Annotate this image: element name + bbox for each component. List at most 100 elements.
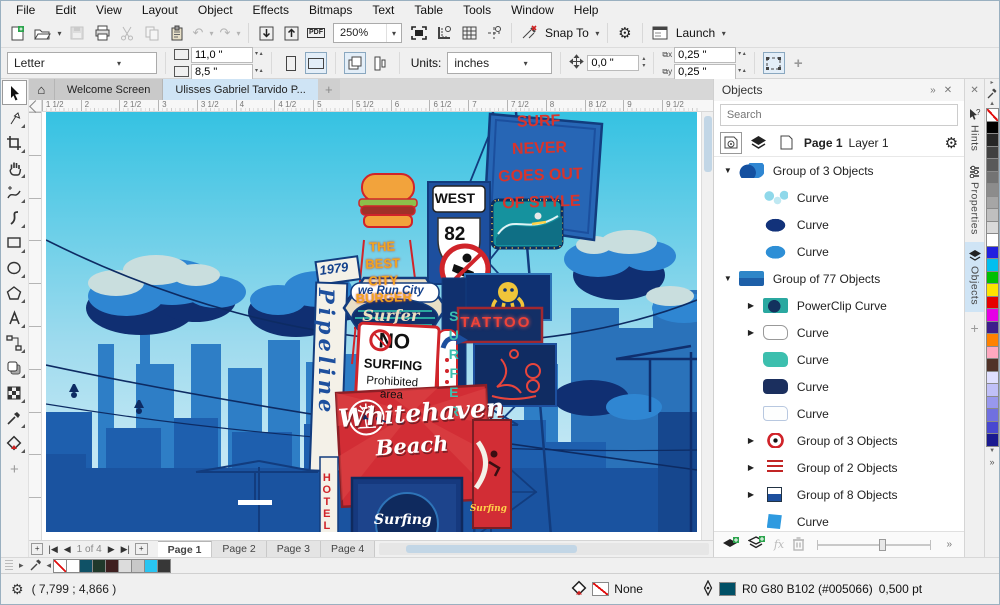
sign-tattoo[interactable]: TATTOO bbox=[454, 314, 538, 331]
objects-tree-row[interactable]: ▼ Group of 3 Objects bbox=[714, 157, 964, 184]
object-label[interactable]: Curve bbox=[797, 191, 829, 205]
color-swatch[interactable] bbox=[986, 396, 999, 410]
objects-tree-row[interactable]: ▶ Curve bbox=[714, 319, 964, 346]
object-label[interactable]: Group of 8 Objects bbox=[797, 488, 898, 502]
page-size-caret[interactable]: ▾ bbox=[82, 59, 156, 68]
tab-properties[interactable]: Properties bbox=[965, 158, 985, 242]
objects-tree-row[interactable]: Curve bbox=[714, 184, 964, 211]
rectangle-tool[interactable] bbox=[2, 230, 27, 255]
current-page-label[interactable]: Page 1 bbox=[804, 136, 843, 150]
tree-expander-icon[interactable]: ▼ bbox=[724, 274, 739, 283]
color-swatch[interactable] bbox=[986, 171, 999, 185]
page-height-spinner[interactable]: ▾ ▴ bbox=[255, 68, 263, 75]
objects-tree-row[interactable]: ▶ Group of 8 Objects bbox=[714, 481, 964, 508]
page-tab[interactable]: Page 4 bbox=[321, 541, 375, 558]
next-page-button[interactable]: ▶ bbox=[105, 544, 118, 555]
menu-item[interactable]: View bbox=[87, 2, 131, 18]
opacity-slider[interactable] bbox=[817, 544, 930, 546]
duplicate-y-input[interactable] bbox=[674, 64, 736, 80]
menu-item[interactable]: Help bbox=[565, 2, 608, 18]
object-label[interactable]: PowerClip Curve bbox=[797, 299, 887, 313]
zoom-level-combo[interactable]: 250% ▾ bbox=[333, 23, 402, 43]
page-size-select[interactable]: Letter ▾ bbox=[7, 52, 157, 74]
objects-tree-row[interactable]: Curve bbox=[714, 346, 964, 373]
menu-item[interactable]: Bitmaps bbox=[300, 2, 361, 18]
tab-hints[interactable]: ? Hints bbox=[965, 101, 985, 158]
horizontal-ruler[interactable]: 1 1/222 1/233 1/244 1/255 1/266 1/277 1/… bbox=[42, 100, 701, 111]
color-swatch[interactable] bbox=[986, 421, 999, 435]
objects-search[interactable] bbox=[720, 104, 958, 126]
snap-to-caret[interactable]: ▾ bbox=[593, 29, 602, 38]
color-swatch[interactable] bbox=[986, 133, 999, 147]
shape-tool[interactable] bbox=[2, 105, 27, 130]
nudge-spinner[interactable]: ▴▾ bbox=[642, 56, 645, 70]
objects-settings-gear-icon[interactable]: ⚙ bbox=[945, 134, 958, 152]
import-icon[interactable] bbox=[254, 21, 278, 45]
launch-label[interactable]: Launch bbox=[673, 26, 718, 40]
color-swatch[interactable] bbox=[986, 283, 999, 297]
tab-objects[interactable]: Objects bbox=[965, 242, 985, 312]
menu-item[interactable]: Effects bbox=[244, 2, 298, 18]
canvas-horizontal-scrollbar[interactable] bbox=[379, 543, 709, 555]
connector-tool[interactable] bbox=[2, 330, 27, 355]
color-swatch[interactable] bbox=[986, 121, 999, 135]
polygon-tool[interactable] bbox=[2, 280, 27, 305]
object-label[interactable]: Curve bbox=[797, 326, 829, 340]
current-layer-label[interactable]: Layer 1 bbox=[849, 136, 889, 150]
objects-tree-row[interactable]: ▶ Group of 2 Objects bbox=[714, 454, 964, 481]
object-label[interactable]: Curve bbox=[797, 407, 829, 421]
sign-billboard-top[interactable]: SURF NEVER GOES OUT OF STYLE bbox=[484, 112, 596, 218]
tab-welcome-screen[interactable]: Welcome Screen bbox=[55, 79, 164, 100]
color-swatch[interactable] bbox=[92, 559, 106, 573]
objects-tree-row[interactable]: Curve bbox=[714, 373, 964, 400]
publish-pdf-icon[interactable]: PDF bbox=[304, 21, 328, 45]
object-label[interactable]: Group of 3 Objects bbox=[797, 434, 898, 448]
object-label[interactable]: Group of 2 Objects bbox=[797, 461, 898, 475]
canvas[interactable]: SURF NEVER GOES OUT OF STYLE THE BEST CI… bbox=[42, 112, 701, 540]
page-tab[interactable]: Page 3 bbox=[267, 541, 321, 558]
tree-expander-icon[interactable]: ▶ bbox=[748, 328, 763, 337]
menu-item[interactable]: Edit bbox=[46, 2, 85, 18]
docker-strip-close-icon[interactable]: ✕ bbox=[970, 79, 978, 101]
curve-tool[interactable] bbox=[2, 205, 27, 230]
color-swatch[interactable] bbox=[986, 333, 999, 347]
sign-surfing-circle[interactable]: Surfing bbox=[373, 512, 433, 528]
color-swatch[interactable] bbox=[66, 559, 80, 573]
portrait-button[interactable] bbox=[280, 52, 302, 74]
transparency-tool[interactable] bbox=[2, 380, 27, 405]
duplicate-y-spinner[interactable]: ▾ ▴ bbox=[738, 68, 746, 75]
layers-icon[interactable] bbox=[748, 132, 770, 154]
eyedropper-tool[interactable] bbox=[2, 405, 27, 430]
options-gear-icon[interactable]: ⚙ bbox=[613, 21, 637, 45]
palette-flyout-icon[interactable]: ▸ bbox=[991, 79, 994, 88]
tree-expander-icon[interactable]: ▼ bbox=[724, 166, 739, 175]
menu-item[interactable]: Tools bbox=[454, 2, 500, 18]
color-swatch[interactable] bbox=[105, 559, 119, 573]
objects-tree-row[interactable]: ▶ PowerClip Curve bbox=[714, 292, 964, 319]
menu-item[interactable]: Window bbox=[502, 2, 563, 18]
status-gear-icon[interactable]: ⚙ bbox=[1, 581, 32, 598]
sign-west[interactable]: WEST bbox=[429, 190, 481, 206]
tree-expander-icon[interactable]: ▶ bbox=[748, 463, 763, 472]
color-swatch[interactable] bbox=[986, 346, 999, 360]
objects-tree-row[interactable]: Curve bbox=[714, 508, 964, 531]
page-height-input[interactable] bbox=[191, 64, 253, 80]
color-swatch[interactable] bbox=[986, 433, 999, 447]
menu-item[interactable]: Text bbox=[363, 2, 403, 18]
color-swatch[interactable] bbox=[986, 371, 999, 385]
objects-tree-row[interactable]: Curve bbox=[714, 400, 964, 427]
objects-search-input[interactable] bbox=[721, 105, 957, 125]
full-screen-preview-icon[interactable] bbox=[407, 21, 431, 45]
color-swatch[interactable] bbox=[79, 559, 93, 573]
color-swatch[interactable] bbox=[986, 158, 999, 172]
page-width-input[interactable] bbox=[191, 47, 253, 63]
menu-item[interactable]: Object bbox=[189, 2, 242, 18]
show-guidelines-icon[interactable] bbox=[482, 21, 506, 45]
color-swatch[interactable] bbox=[986, 296, 999, 310]
docker-expand-icon[interactable]: » bbox=[926, 85, 940, 96]
color-swatch[interactable] bbox=[986, 258, 999, 272]
color-swatch[interactable] bbox=[118, 559, 132, 573]
add-page-end-button[interactable]: + bbox=[135, 543, 148, 555]
print-icon[interactable] bbox=[90, 21, 114, 45]
color-swatch[interactable] bbox=[986, 221, 999, 235]
